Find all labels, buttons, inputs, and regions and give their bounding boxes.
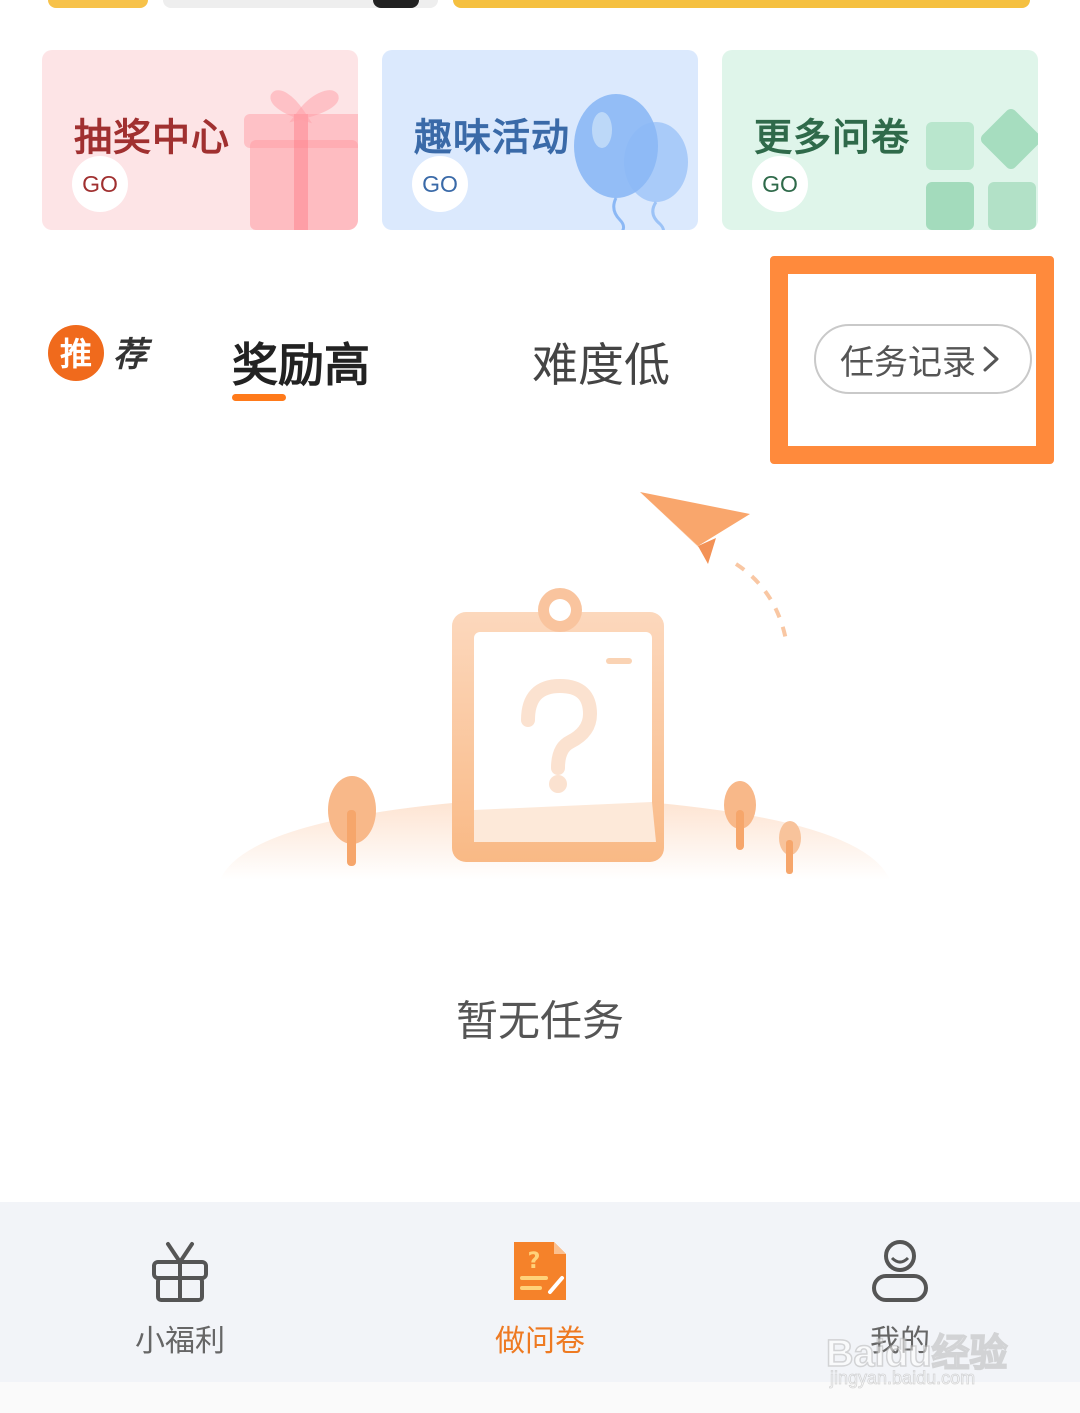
recommend-logo: 推 荐	[48, 325, 153, 381]
top-banner-remnant	[48, 0, 1030, 8]
nav-label: 做问卷	[495, 1324, 585, 1359]
task-record-button[interactable]: 任务记录	[814, 324, 1032, 394]
go-button[interactable]: GO	[752, 156, 808, 212]
gift-icon	[152, 1242, 208, 1302]
chevron-right-icon	[983, 346, 999, 372]
gift-icon	[244, 90, 358, 230]
grid-blocks-icon	[926, 108, 1038, 230]
task-record-label: 任务记录	[840, 342, 976, 383]
svg-text:?: ?	[528, 1249, 541, 1274]
fun-activities-card[interactable]: 趣味活动 GO	[382, 50, 698, 230]
empty-state-illustration	[220, 492, 890, 880]
card-title: 趣味活动	[414, 115, 571, 160]
card-title: 抽奖中心	[74, 115, 231, 160]
lottery-center-card[interactable]: 抽奖中心 GO	[42, 50, 358, 230]
nav-item-welfare[interactable]: 小福利	[80, 1202, 280, 1382]
empty-state-message: 暂无任务	[455, 996, 624, 1046]
more-surveys-card[interactable]: 更多问卷 GO	[722, 50, 1038, 230]
balloon-icon	[574, 94, 688, 230]
nav-label: 小福利	[135, 1324, 225, 1359]
svg-text:推: 推	[60, 335, 92, 373]
go-button[interactable]: GO	[412, 156, 468, 212]
questionnaire-icon: ?	[514, 1242, 566, 1300]
nav-item-survey[interactable]: ? 做问卷	[440, 1202, 640, 1382]
svg-text:荐: 荐	[113, 335, 153, 375]
tab-low-difficulty[interactable]: 难度低	[532, 329, 670, 395]
tab-high-reward[interactable]: 奖励高	[232, 329, 370, 395]
go-button[interactable]: GO	[72, 156, 128, 212]
active-tab-indicator	[232, 394, 286, 401]
profile-icon	[872, 1240, 928, 1302]
baidu-watermark: Baidu经验 jingyan.baidu.com	[825, 1300, 1026, 1390]
card-title: 更多问卷	[754, 115, 911, 160]
watermark-url: jingyan.baidu.com	[830, 1368, 976, 1389]
